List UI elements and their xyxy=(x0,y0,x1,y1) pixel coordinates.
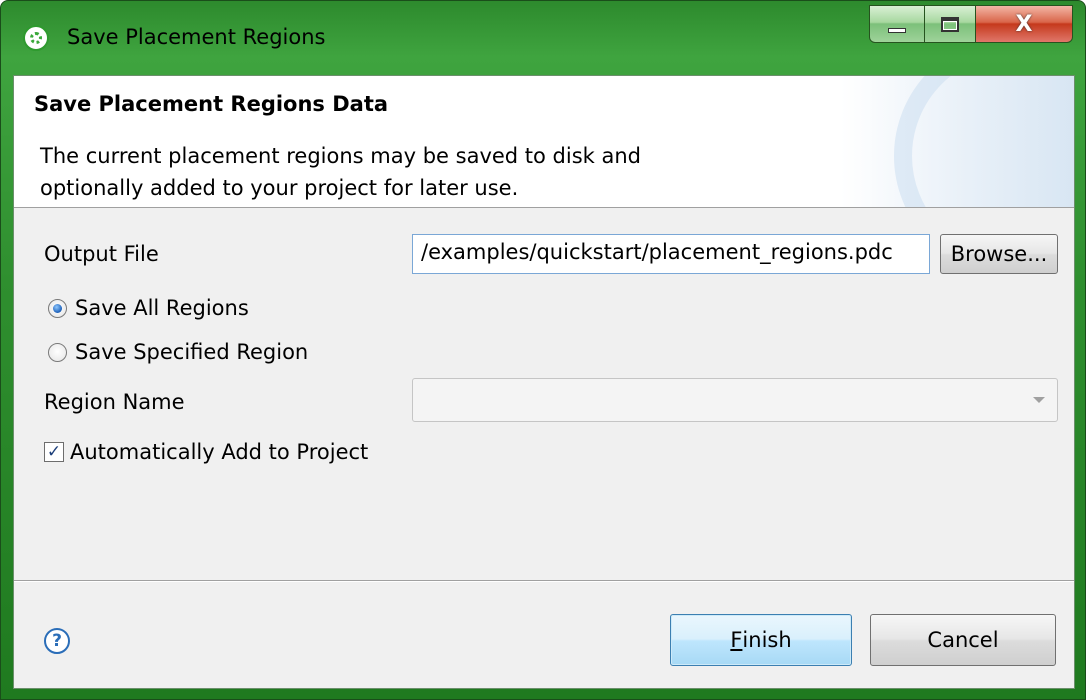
chevron-down-icon[interactable] xyxy=(1033,397,1045,403)
banner-description: The current placement regions may be sav… xyxy=(40,144,642,200)
title-bar[interactable]: Save Placement Regions X xyxy=(1,1,1086,75)
cancel-button[interactable]: Cancel xyxy=(870,614,1056,666)
finish-accelerator: F xyxy=(730,628,743,652)
banner-decoration xyxy=(894,76,1074,207)
close-icon: X xyxy=(1015,11,1033,37)
finish-label: inish xyxy=(742,628,792,652)
app-icon xyxy=(23,25,49,51)
minimize-icon xyxy=(888,27,906,33)
radio-save-specified-label: Save Specified Region xyxy=(75,340,309,364)
dialog-client-area: Save Placement Regions Data The current … xyxy=(13,75,1075,689)
maximize-button[interactable] xyxy=(924,5,976,43)
region-name-combo[interactable] xyxy=(412,378,1058,422)
radio-save-specified[interactable]: Save Specified Region xyxy=(48,340,308,364)
minimize-button[interactable] xyxy=(869,5,925,43)
radio-save-specified-indicator[interactable] xyxy=(48,342,67,362)
output-file-input[interactable]: /examples/quickstart/placement_regions.p… xyxy=(412,234,930,274)
finish-button[interactable]: Finish xyxy=(670,614,852,666)
auto-add-checkbox[interactable]: ✓ xyxy=(44,442,64,462)
close-button[interactable]: X xyxy=(975,5,1073,43)
radio-save-all[interactable]: Save All Regions xyxy=(48,296,249,320)
help-icon[interactable]: ? xyxy=(44,628,70,654)
caption-buttons: X xyxy=(869,5,1073,43)
banner-title: Save Placement Regions Data xyxy=(34,92,389,116)
dialog-window: Save Placement Regions X Save Placement … xyxy=(0,0,1086,700)
window-title: Save Placement Regions xyxy=(67,25,326,49)
radio-save-all-indicator[interactable] xyxy=(48,298,67,318)
radio-save-all-label: Save All Regions xyxy=(75,296,249,320)
footer-separator xyxy=(14,580,1074,582)
maximize-icon xyxy=(941,16,959,32)
region-name-label: Region Name xyxy=(44,390,185,414)
auto-add-checkbox-row[interactable]: ✓ Automatically Add to Project xyxy=(44,440,368,464)
output-file-label: Output File xyxy=(44,242,159,266)
browse-button[interactable]: Browse... xyxy=(940,234,1058,274)
auto-add-label: Automatically Add to Project xyxy=(70,440,369,464)
header-banner: Save Placement Regions Data The current … xyxy=(14,76,1074,208)
